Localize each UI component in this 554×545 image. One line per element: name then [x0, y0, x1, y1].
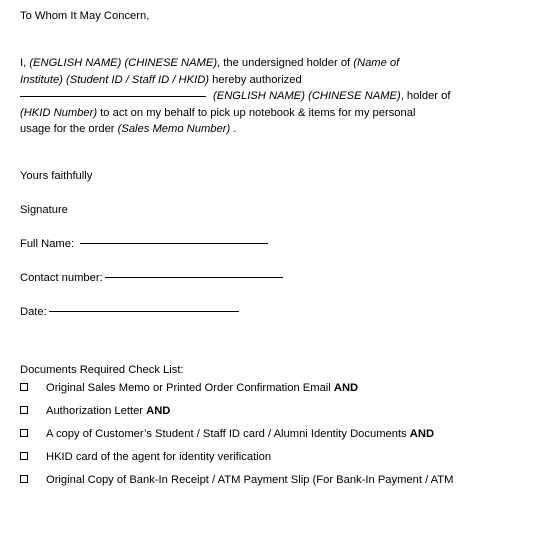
placeholder-hkid-number: (HKID Number) [20, 106, 98, 119]
paragraph-line-4: (HKID Number) to act on my behalf to pic… [20, 105, 536, 122]
placeholder-name-of-institute-part1: (Name of [353, 57, 400, 69]
checklist-item-label: Original Sales Memo or Printed Order Con… [46, 381, 334, 394]
documents-checklist: Documents Required Check List: Original … [20, 362, 540, 496]
full-name-input[interactable] [80, 243, 269, 244]
spellcheck-squiggle-icon [206, 94, 213, 98]
paragraph-line1-prefix: I, [20, 57, 30, 69]
date-label: Date: [20, 306, 47, 318]
checklist-item-suffix: AND [333, 381, 359, 394]
checklist-heading: Documents Required Check List: [20, 364, 184, 376]
checklist-item-label: A copy of Customer’s Student / Staff ID … [46, 427, 410, 440]
paragraph-line2-suffix: hereby authorized [209, 73, 302, 86]
checklist-item-label: Authorization Letter [46, 404, 147, 417]
checkbox-icon[interactable] [20, 405, 28, 414]
checkbox-icon[interactable] [20, 382, 28, 391]
checklist-item[interactable]: Original Sales Memo or Printed Order Con… [20, 380, 540, 397]
placeholder-institute-student-id: Institute) (Student ID / Staff ID / HKID… [20, 73, 210, 86]
closing-line: Yours faithfully [20, 168, 520, 202]
paragraph-line3-suffix: , holder of [400, 90, 451, 103]
date-input[interactable] [48, 311, 239, 312]
checkbox-icon[interactable] [20, 475, 28, 484]
full-name-field-row: Full Name: [20, 236, 520, 270]
checklist-item-suffix: AND [409, 427, 435, 440]
checklist-item[interactable]: A copy of Customer’s Student / Staff ID … [20, 426, 540, 443]
date-field-row: Date: [20, 304, 520, 338]
checklist-item[interactable]: HKID card of the agent for identity veri… [20, 449, 540, 466]
paragraph-line1-middle: , the undersigned holder of [217, 57, 354, 69]
paragraph-line4-suffix: to act on my behalf to pick up notebook … [97, 106, 416, 119]
contact-number-label: Contact number: [20, 272, 103, 284]
contact-number-field-row: Contact number: [20, 270, 520, 304]
checklist-item[interactable]: Authorization Letter AND [20, 403, 540, 420]
paragraph-line-3: (ENGLISH NAME) (CHINESE NAME), holder of [20, 88, 536, 105]
full-name-label: Full Name: [20, 238, 75, 250]
document-page: To Whom It May Concern, I, (ENGLISH NAME… [0, 0, 554, 545]
paragraph-line5-suffix: . [230, 123, 237, 136]
contact-number-input[interactable] [104, 277, 283, 278]
checklist-item-label: Original Copy of Bank-In Receipt / ATM P… [46, 474, 454, 487]
checklist-item-label: HKID card of the agent for identity veri… [46, 451, 272, 464]
placeholder-english-chinese-name-1: (ENGLISH NAME) (CHINESE NAME) [29, 57, 218, 69]
paragraph-line5-prefix: usage for the order [20, 123, 118, 136]
paragraph-line-2: Institute) (Student ID / Staff ID / HKID… [20, 72, 536, 89]
signature-block: Yours faithfully Signature Full Name: Co… [20, 168, 520, 338]
placeholder-english-chinese-name-2: (ENGLISH NAME) (CHINESE NAME) [213, 90, 401, 103]
placeholder-sales-memo-number: (Sales Memo Number) [117, 123, 231, 136]
signature-line: Signature [20, 202, 520, 236]
authorization-paragraph: I, (ENGLISH NAME) (CHINESE NAME), the un… [20, 55, 536, 138]
checklist-item[interactable]: Original Copy of Bank-In Receipt / ATM P… [20, 472, 540, 489]
checklist-item-suffix: AND [146, 404, 171, 417]
paragraph-line-5: usage for the order (Sales Memo Number) … [20, 121, 536, 138]
salutation-text: To Whom It May Concern, [20, 10, 150, 22]
closing-text: Yours faithfully [20, 170, 93, 182]
checkbox-icon[interactable] [20, 428, 28, 437]
agent-name-blank-rule[interactable] [20, 96, 206, 98]
checkbox-icon[interactable] [20, 452, 28, 461]
paragraph-line-1: I, (ENGLISH NAME) (CHINESE NAME), the un… [20, 55, 536, 72]
signature-label: Signature [20, 204, 68, 216]
